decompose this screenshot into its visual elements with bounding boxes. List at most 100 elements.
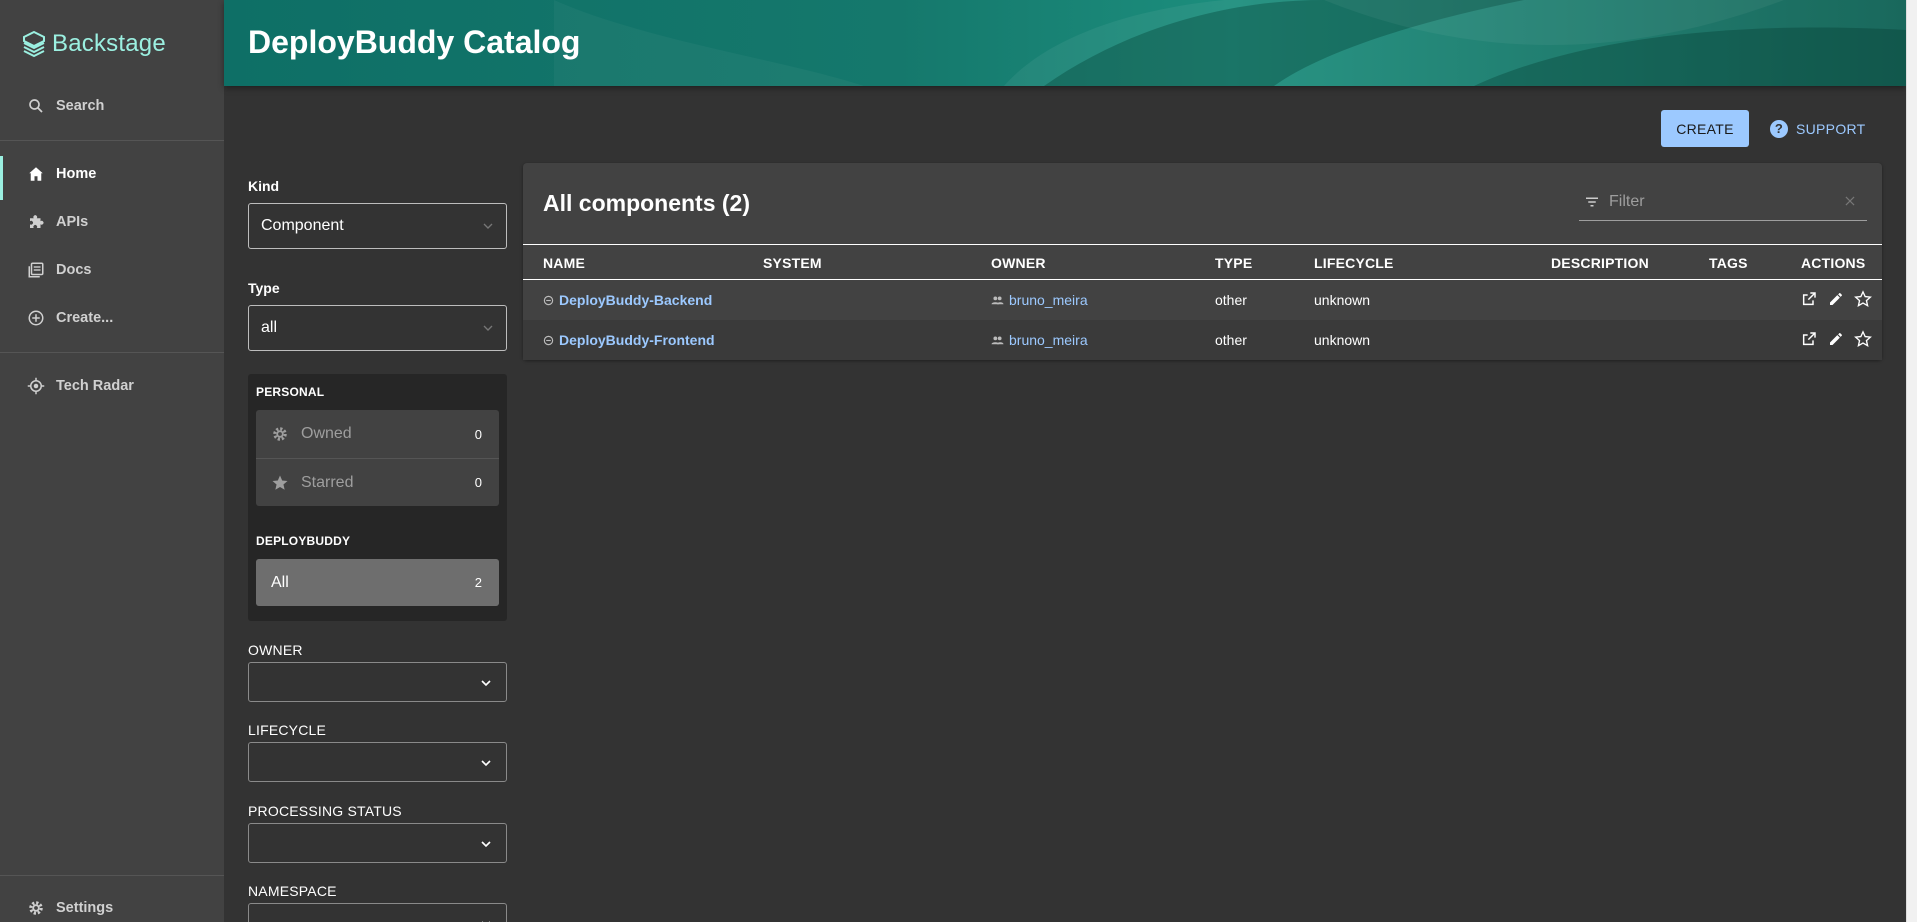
component-lifecycle: unknown: [1314, 332, 1371, 348]
type-select[interactable]: all: [248, 305, 507, 351]
gear-icon: [26, 898, 46, 918]
owner-link[interactable]: bruno_meira: [991, 332, 1088, 348]
search-icon: [26, 96, 46, 116]
sidebar-item-apis[interactable]: APIs: [0, 200, 224, 244]
open-external-icon[interactable]: [1799, 289, 1819, 309]
column-header-lifecycle[interactable]: LIFECYCLE: [1314, 255, 1394, 271]
org-group: All 2: [256, 559, 499, 606]
sidebar-item-label: Create...: [56, 310, 114, 326]
filter-owned[interactable]: Owned 0: [256, 410, 499, 458]
owner-label: OWNER: [248, 642, 303, 658]
component-name: DeployBuddy-Backend: [559, 292, 713, 308]
column-header-tags[interactable]: TAGS: [1709, 255, 1748, 271]
column-header-name[interactable]: NAME: [543, 255, 585, 271]
user-list-picker: PERSONAL Owned 0 Starred 0 DEPLOYBUDDY A…: [248, 374, 507, 621]
sidebar-search-label: Search: [56, 98, 105, 114]
processing-status-label: PROCESSING STATUS: [248, 803, 402, 819]
sidebar-item-settings[interactable]: Settings: [0, 886, 224, 922]
owner-name: bruno_meira: [1009, 332, 1088, 348]
personal-group: Owned 0 Starred 0: [256, 410, 499, 506]
scrollbar[interactable]: [1906, 0, 1917, 922]
type-select-value: all: [261, 319, 278, 336]
filter-all[interactable]: All 2: [256, 559, 499, 606]
table-row: DeployBuddy-Frontend bruno_meira other u…: [523, 320, 1882, 360]
table-filter[interactable]: [1579, 183, 1867, 221]
component-icon: [543, 295, 554, 306]
sidebar-item-label: Tech Radar: [56, 378, 134, 394]
support-label: SUPPORT: [1796, 120, 1866, 137]
chevron-down-icon: [481, 760, 491, 767]
add-circle-icon: [26, 308, 46, 328]
namespace-label: NAMESPACE: [248, 883, 337, 899]
component-lifecycle: unknown: [1314, 292, 1371, 308]
type-label: Type: [248, 280, 280, 296]
org-heading: DEPLOYBUDDY: [256, 534, 351, 548]
row-actions: [1799, 289, 1873, 309]
filter-icon: [1583, 193, 1601, 211]
lifecycle-select[interactable]: [248, 742, 507, 782]
edit-icon[interactable]: [1826, 329, 1846, 349]
owner-link[interactable]: bruno_meira: [991, 292, 1088, 308]
sidebar-divider: [0, 352, 224, 353]
component-name-link[interactable]: DeployBuddy-Frontend: [543, 332, 715, 348]
star-icon: [271, 474, 289, 492]
sidebar-item-label: Docs: [56, 262, 92, 278]
group-icon: [991, 334, 1004, 347]
components-table-card: All components (2) NAME SYSTEM OWNER TYP…: [523, 163, 1882, 360]
component-type: other: [1215, 332, 1247, 348]
open-external-icon[interactable]: [1799, 329, 1819, 349]
kind-select[interactable]: Component: [248, 203, 507, 249]
owner-name: bruno_meira: [1009, 292, 1088, 308]
starred-label: Starred: [301, 473, 354, 491]
create-button[interactable]: CREATE: [1661, 110, 1749, 147]
sidebar-item-docs[interactable]: Docs: [0, 248, 224, 292]
chevron-down-icon: [481, 680, 491, 687]
filter-starred[interactable]: Starred 0: [256, 458, 499, 506]
support-button[interactable]: ? SUPPORT: [1770, 110, 1866, 147]
sidebar: Backstage Search Home APIs Docs Create..…: [0, 0, 224, 922]
logo-text: Backstage: [52, 30, 166, 57]
chevron-down-icon: [483, 223, 493, 229]
chevron-down-icon: [481, 841, 491, 848]
column-header-type[interactable]: TYPE: [1215, 255, 1252, 271]
sidebar-item-tech-radar[interactable]: Tech Radar: [0, 364, 224, 408]
sidebar-item-label: Home: [56, 166, 97, 182]
sidebar-divider: [0, 140, 224, 141]
backstage-logo-icon: [23, 30, 45, 58]
lifecycle-label: LIFECYCLE: [248, 722, 327, 738]
sidebar-item-create[interactable]: Create...: [0, 296, 224, 340]
star-outline-icon[interactable]: [1853, 289, 1873, 309]
owner-select[interactable]: [248, 662, 507, 702]
gear-icon: [271, 425, 289, 443]
component-name-link[interactable]: DeployBuddy-Backend: [543, 292, 712, 308]
edit-icon[interactable]: [1826, 289, 1846, 309]
filter-input[interactable]: [1609, 192, 1829, 211]
owned-count: 0: [474, 426, 482, 442]
clear-icon[interactable]: [1843, 194, 1857, 213]
backstage-logo[interactable]: Backstage: [22, 30, 166, 58]
sidebar-item-home[interactable]: Home: [0, 152, 224, 200]
component-icon: [543, 335, 554, 346]
sidebar-search[interactable]: Search: [0, 84, 224, 128]
page-header: DeployBuddy Catalog: [224, 0, 1906, 86]
starred-count: 0: [474, 475, 482, 490]
personal-heading: PERSONAL: [256, 385, 325, 399]
page-title: DeployBuddy Catalog: [248, 24, 581, 60]
column-header-system[interactable]: SYSTEM: [763, 255, 822, 271]
column-header-actions: ACTIONS: [1801, 255, 1866, 271]
chevron-down-icon: [482, 921, 490, 922]
processing-status-select[interactable]: [248, 823, 507, 863]
kind-label: Kind: [248, 178, 280, 194]
group-icon: [991, 294, 1004, 307]
column-header-description[interactable]: DESCRIPTION: [1551, 255, 1649, 271]
radar-icon: [26, 376, 46, 396]
namespace-select[interactable]: [248, 903, 507, 922]
help-icon: ?: [1770, 119, 1788, 138]
all-label: All: [271, 573, 289, 591]
component-name: DeployBuddy-Frontend: [559, 332, 715, 348]
star-outline-icon[interactable]: [1853, 329, 1873, 349]
column-header-owner[interactable]: OWNER: [991, 255, 1046, 271]
kind-select-value: Component: [261, 217, 344, 234]
home-icon: [26, 164, 46, 184]
table-header: NAME SYSTEM OWNER TYPE LIFECYCLE DESCRIP…: [523, 244, 1882, 280]
